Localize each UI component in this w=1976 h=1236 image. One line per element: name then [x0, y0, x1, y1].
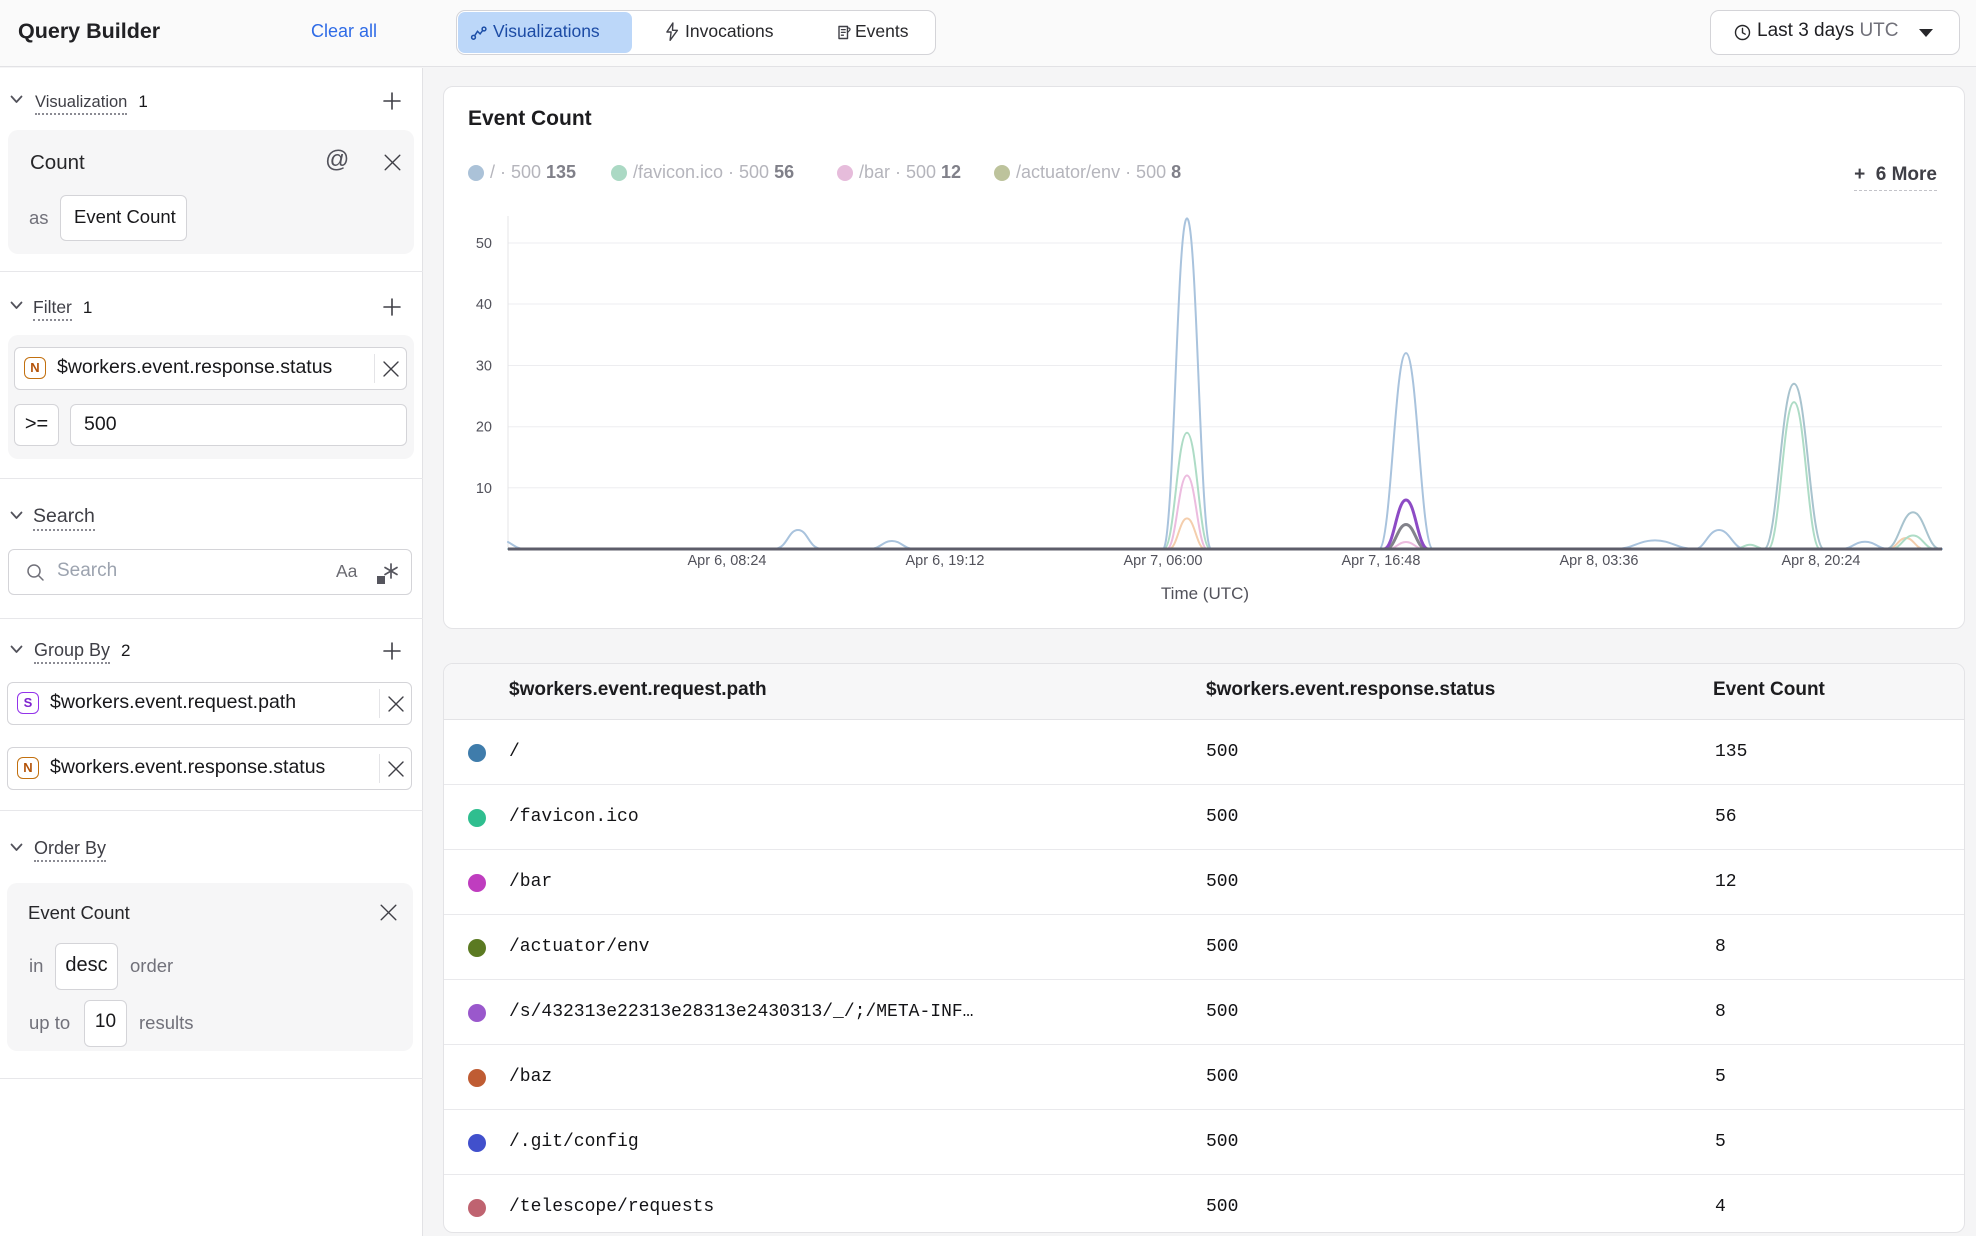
svg-text:20: 20: [476, 420, 492, 436]
svg-text:40: 40: [476, 297, 492, 313]
svg-text:50: 50: [476, 236, 492, 252]
svg-text:Apr 8, 03:36: Apr 8, 03:36: [1560, 553, 1639, 569]
svg-text:Apr 7, 06:00: Apr 7, 06:00: [1124, 553, 1203, 569]
svg-text:Apr 7, 16:48: Apr 7, 16:48: [1342, 553, 1421, 569]
svg-text:Time (UTC): Time (UTC): [1161, 584, 1249, 603]
svg-text:30: 30: [476, 359, 492, 375]
svg-text:Apr 6, 19:12: Apr 6, 19:12: [906, 553, 985, 569]
svg-text:Apr 8, 20:24: Apr 8, 20:24: [1782, 553, 1861, 569]
svg-text:10: 10: [476, 481, 492, 497]
svg-text:Apr 6, 08:24: Apr 6, 08:24: [688, 553, 767, 569]
